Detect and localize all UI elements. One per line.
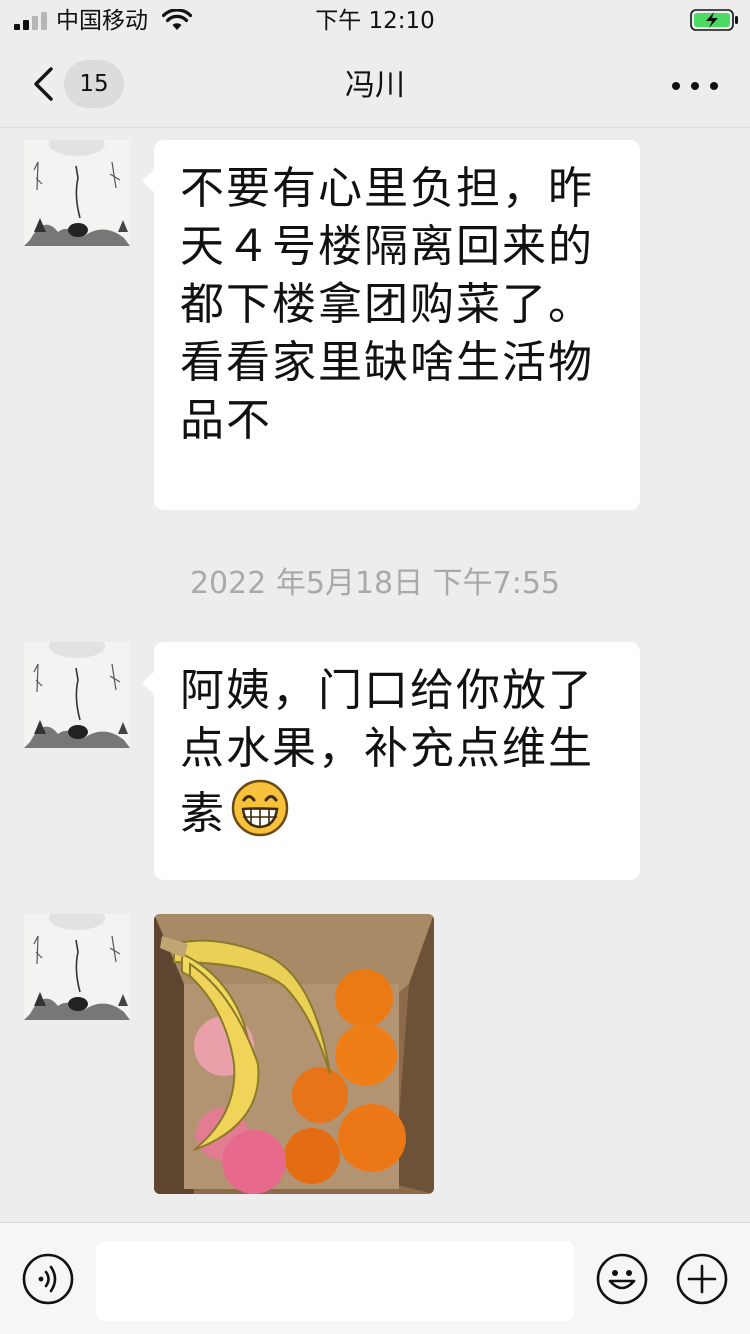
ink-landscape-avatar-image xyxy=(24,140,130,246)
fruit-box-photo[interactable] xyxy=(154,914,434,1194)
battery-charging-icon xyxy=(690,9,738,31)
message-bubble-2[interactable]: 阿姨，门口给你放了点水果，补充点维生素 xyxy=(142,642,640,880)
more-options-button[interactable] xyxy=(670,68,720,102)
chat-input-bar xyxy=(0,1222,750,1334)
message-timestamp: 2022 年5月18日 下午7:55 xyxy=(189,566,561,601)
plus-icon[interactable] xyxy=(676,1253,728,1305)
contact-avatar[interactable] xyxy=(24,914,130,1020)
contact-avatar[interactable] xyxy=(24,642,130,748)
emoji-icon[interactable] xyxy=(596,1253,648,1305)
ink-landscape-avatar-image xyxy=(24,642,130,748)
message-bubble-1[interactable]: 不要有心里负担，昨天４号楼隔离回来的都下楼拿团购菜了。看看家里缺啥生活物品不 xyxy=(142,140,640,510)
status-bar: 中国移动 下午 12:10 xyxy=(0,0,750,40)
fruit-box-image xyxy=(154,914,434,1194)
grinning-face-icon xyxy=(231,779,289,837)
chat-header: 15 冯川 xyxy=(0,40,750,128)
message-text: 不要有心里负担，昨天４号楼隔离回来的都下楼拿团购菜了。看看家里缺啥生活物品不 xyxy=(180,163,594,446)
chat-title: 冯川 xyxy=(345,68,405,103)
ink-landscape-avatar-image xyxy=(24,914,130,1020)
contact-avatar[interactable] xyxy=(24,140,130,246)
voice-icon[interactable] xyxy=(22,1253,74,1305)
status-time: 下午 12:10 xyxy=(315,8,435,34)
message-input[interactable] xyxy=(96,1241,574,1321)
